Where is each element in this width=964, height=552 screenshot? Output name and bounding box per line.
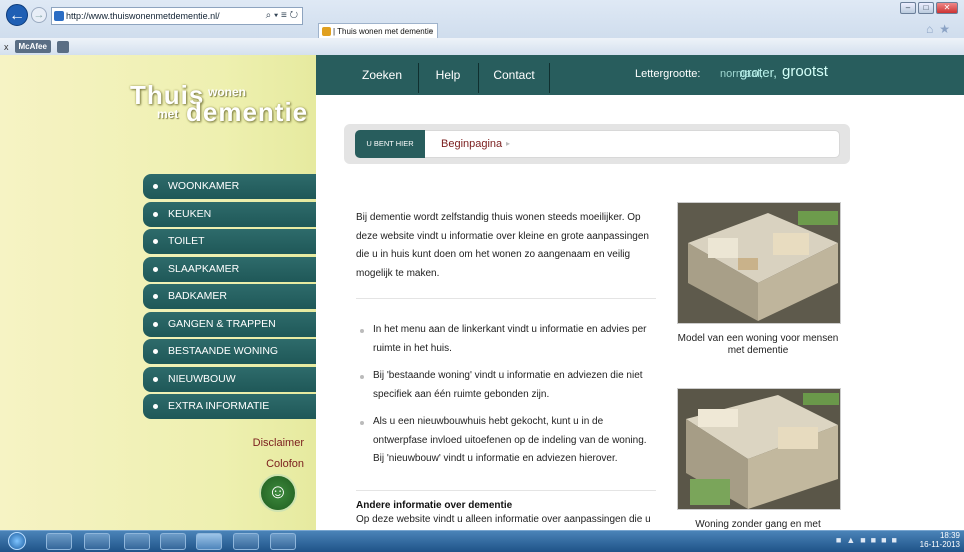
command-toolbar: x McAfee xyxy=(0,38,964,55)
list-item-text: In het menu aan de linkerkant vindt u in… xyxy=(373,324,647,354)
list-item-text: Bij 'bestaande woning' vindt u informati… xyxy=(373,370,643,400)
bullet-icon xyxy=(360,421,364,425)
visio-taskbar-icon[interactable] xyxy=(270,533,296,550)
logo-met[interactable]: met xyxy=(157,107,178,121)
house-model-image xyxy=(677,202,841,324)
logo-dementie[interactable]: dementie xyxy=(186,97,308,128)
url-text: http://www.thuiswonenmetdementie.nl/ xyxy=(66,11,220,21)
list-item: In het menu aan de linkerkant vindt u in… xyxy=(356,321,656,358)
maximize-button[interactable]: □ xyxy=(918,2,934,14)
hp-taskbar-icon[interactable] xyxy=(124,533,150,550)
nav-help[interactable]: Help xyxy=(430,55,466,95)
menu-item-label: WOONKAMER xyxy=(168,180,240,192)
list-item: Als u een nieuwbouwhuis hebt gekocht, ku… xyxy=(356,413,656,469)
menu-item-label: KEUKEN xyxy=(168,207,212,220)
font-size-largest[interactable]: grootst xyxy=(782,63,828,80)
list-item-text: Als u een nieuwbouwhuis hebt gekocht, ku… xyxy=(373,416,647,464)
breadcrumb-label: U BENT HIER xyxy=(355,130,425,158)
room-menu: WOONKAMER KEUKEN TOILET SLAAPKAMER BADKA… xyxy=(143,174,316,422)
nav-divider xyxy=(549,63,550,93)
bullet-icon xyxy=(360,329,364,333)
image-caption: Model van een woning voor mensen met dem… xyxy=(677,333,839,356)
bullet-icon xyxy=(153,184,158,189)
tab-title: | Thuis wonen met dementie xyxy=(333,27,434,36)
menu-item-label: BADKAMER xyxy=(168,290,227,302)
tab-favicon-icon xyxy=(322,27,331,36)
house-layout-image xyxy=(677,388,841,510)
explorer-taskbar-icon[interactable] xyxy=(46,533,72,550)
divider xyxy=(356,490,656,491)
bullet-icon xyxy=(153,239,158,244)
bullet-icon xyxy=(153,211,158,217)
nav-divider xyxy=(478,63,479,93)
menu-item-extra-informatie[interactable]: EXTRA INFORMATIE xyxy=(143,394,316,419)
nav-contact[interactable]: Contact xyxy=(488,55,540,95)
bullet-icon xyxy=(360,375,364,379)
toolbar-tool-icon[interactable] xyxy=(56,40,69,53)
list-item: Bij 'bestaande woning' vindt u informati… xyxy=(356,367,656,404)
address-tools[interactable]: ⌕ ▾ ≡ ↻ xyxy=(266,8,298,24)
start-button[interactable] xyxy=(8,532,26,550)
clock-time: 18:39 xyxy=(939,531,960,540)
menu-item-label: EXTRA INFORMATIE xyxy=(168,400,270,412)
clock[interactable]: 18:39 16-11-2013 xyxy=(920,531,960,549)
toolbar-close-button[interactable]: x xyxy=(4,39,9,55)
bullet-icon xyxy=(153,349,158,354)
menu-item-woonkamer[interactable]: WOONKAMER xyxy=(143,174,316,199)
menu-item-slaapkamer[interactable]: SLAAPKAMER xyxy=(143,256,316,282)
tab-close-button[interactable]: × xyxy=(428,24,433,39)
bullet-icon xyxy=(153,266,158,272)
accessibility-icon[interactable]: ☺ xyxy=(259,474,297,512)
mcafee-button[interactable]: McAfee xyxy=(14,40,51,53)
menu-item-toilet[interactable]: TOILET xyxy=(143,229,316,254)
bullet-icon xyxy=(153,376,158,382)
menu-item-nieuwbouw[interactable]: NIEUWBOUW xyxy=(143,366,316,392)
intro-paragraph: Bij dementie wordt zelfstandig thuis won… xyxy=(356,212,649,279)
menu-item-label: TOILET xyxy=(168,235,205,247)
clock-date: 16-11-2013 xyxy=(919,540,960,549)
nav-divider xyxy=(418,63,419,93)
menu-item-label: NIEUWBOUW xyxy=(168,372,236,385)
breadcrumb-arrow-icon: ▸ xyxy=(506,139,511,148)
menu-item-label: SLAAPKAMER xyxy=(168,262,240,275)
forward-button[interactable]: → xyxy=(31,7,47,23)
menu-item-keuken[interactable]: KEUKEN xyxy=(143,201,316,227)
internet-explorer-taskbar-icon[interactable] xyxy=(196,533,222,550)
bullet-icon xyxy=(153,294,158,299)
breadcrumb-current[interactable]: Beginpagina xyxy=(441,138,502,150)
colofon-link[interactable]: Colofon xyxy=(184,458,304,470)
minimize-button[interactable]: – xyxy=(900,2,916,14)
word-taskbar-icon[interactable] xyxy=(233,533,259,550)
home-favorites-icons[interactable]: ⌂★ xyxy=(926,22,956,36)
close-window-button[interactable]: ✕ xyxy=(936,2,958,14)
window-controls: – □ ✕ xyxy=(900,2,958,16)
disclaimer-link[interactable]: Disclaimer xyxy=(184,437,304,449)
menu-item-gangen-trappen[interactable]: GANGEN & TRAPPEN xyxy=(143,311,316,337)
browser-tab[interactable]: | Thuis wonen met dementie × xyxy=(318,23,438,39)
bullet-icon xyxy=(153,404,158,409)
breadcrumb-inner xyxy=(355,130,840,158)
font-size-larger[interactable]: groter, xyxy=(740,65,777,80)
font-size-label: Lettergrootte: xyxy=(635,68,701,80)
menu-item-label: BESTAANDE WONING xyxy=(168,345,279,357)
bullet-icon xyxy=(153,321,158,327)
folder-taskbar-icon[interactable] xyxy=(160,533,186,550)
nav-zoeken[interactable]: Zoeken xyxy=(352,55,412,95)
media-player-taskbar-icon[interactable] xyxy=(84,533,110,550)
section-heading: Andere informatie over dementie xyxy=(356,500,513,511)
section-text: Op deze website vindt u alleen informati… xyxy=(356,514,651,525)
menu-item-label: GANGEN & TRAPPEN xyxy=(168,317,276,330)
site-favicon-icon xyxy=(54,11,64,21)
divider xyxy=(356,298,656,299)
menu-item-badkamer[interactable]: BADKAMER xyxy=(143,284,316,309)
back-button[interactable]: ← xyxy=(6,4,28,26)
address-bar[interactable]: http://www.thuiswonenmetdementie.nl/ ⌕ ▾… xyxy=(51,7,303,25)
system-tray-icons[interactable]: ■▲■■■■ xyxy=(836,535,902,545)
menu-item-bestaande-woning[interactable]: BESTAANDE WONING xyxy=(143,339,316,364)
